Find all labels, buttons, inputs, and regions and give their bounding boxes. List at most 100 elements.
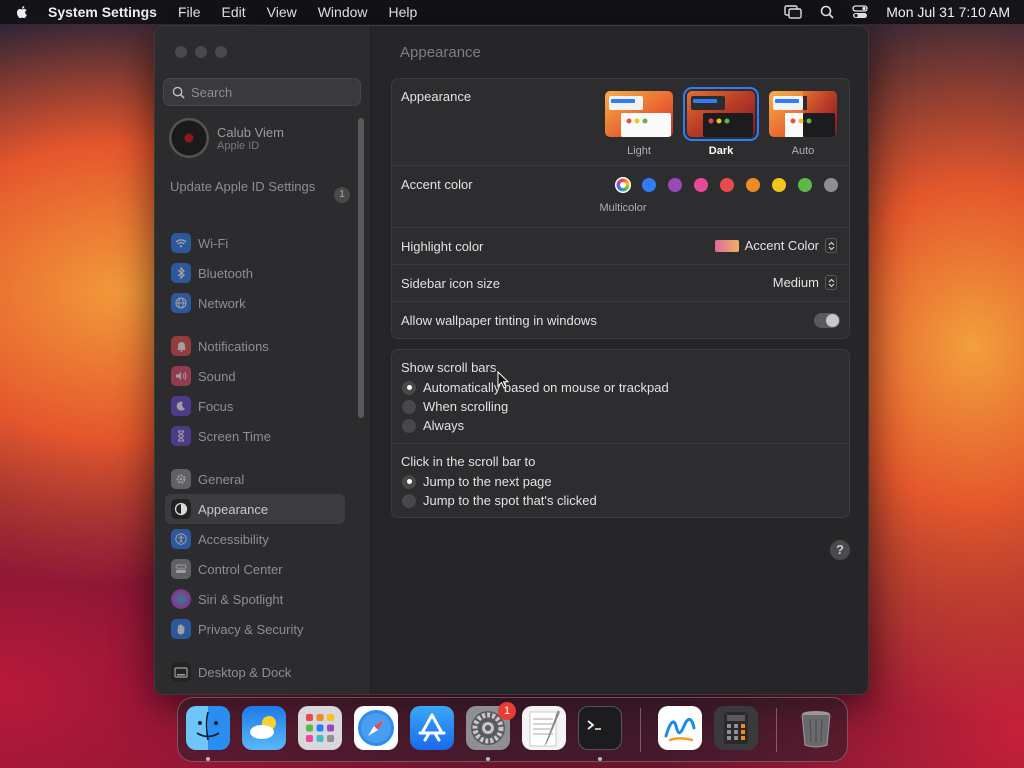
- sidebar-item-privacy-security[interactable]: Privacy & Security: [165, 614, 345, 644]
- help-button[interactable]: ?: [830, 540, 850, 560]
- radio-jump-next-page[interactable]: Jump to the next page: [402, 474, 552, 489]
- sidebar-item-label: Accessibility: [198, 531, 269, 547]
- sidebar-item-label: Control Center: [198, 561, 283, 577]
- accent-color-swatch[interactable]: [772, 178, 786, 192]
- dock-finder[interactable]: [186, 706, 230, 750]
- menu-app-name[interactable]: System Settings: [48, 4, 157, 20]
- chevron-updown-icon: [825, 275, 837, 290]
- accessibility-icon: [171, 529, 191, 549]
- sidebar-item-appearance[interactable]: Appearance: [165, 494, 345, 524]
- close-button[interactable]: [175, 46, 187, 58]
- appearance-auto-option[interactable]: [769, 91, 837, 137]
- sidebar-item-desktop-dock[interactable]: Desktop & Dock: [165, 657, 345, 687]
- show-scroll-bars-label: Show scroll bars: [401, 360, 497, 375]
- sidebar-item-label: Focus: [198, 398, 234, 414]
- notification-badge: 1: [498, 702, 516, 720]
- sidebar-item-label: Bluetooth: [198, 265, 253, 281]
- sidebar-item-bluetooth[interactable]: Bluetooth: [165, 258, 345, 288]
- sidebar-item-sound[interactable]: Sound: [165, 361, 345, 391]
- dock: 1: [177, 697, 848, 762]
- gear-icon: [171, 469, 191, 489]
- sidebar-item-label: Privacy & Security: [198, 621, 304, 637]
- menu-window[interactable]: Window: [318, 4, 368, 20]
- avatar: [169, 118, 209, 158]
- textedit-icon: [529, 710, 560, 747]
- dock-textedit[interactable]: [522, 706, 566, 750]
- sidebar: Search Calub Viem Apple ID Update Apple …: [155, 26, 371, 694]
- apple-menu-icon[interactable]: [14, 4, 30, 20]
- menu-clock[interactable]: Mon Jul 31 7:10 AM: [886, 4, 1010, 20]
- dock-icon: [171, 662, 191, 682]
- sidebar-item-screen-time[interactable]: Screen Time: [165, 421, 345, 451]
- profile-name: Calub Viem: [217, 124, 284, 140]
- dock-safari[interactable]: [354, 706, 398, 750]
- sidebar-item-siri-spotlight[interactable]: Siri & Spotlight: [165, 584, 345, 614]
- accent-color-swatch[interactable]: [746, 178, 760, 192]
- menu-help[interactable]: Help: [389, 4, 418, 20]
- wallpaper-tinting-toggle[interactable]: [814, 313, 840, 328]
- dock-launchpad[interactable]: [298, 706, 342, 750]
- radio-scroll-when-scrolling[interactable]: When scrolling: [402, 399, 508, 414]
- sidebar-group-notifications: Notifications Sound Focus Screen Time: [165, 331, 345, 451]
- screen-mirroring-icon[interactable]: [784, 5, 802, 19]
- appearance-row: Appearance Light Dark Auto: [392, 79, 849, 166]
- search-placeholder: Search: [191, 84, 233, 100]
- terminal-icon: [587, 720, 601, 730]
- sidebar-icon-size-popup[interactable]: Medium: [773, 275, 837, 290]
- radio-button[interactable]: [402, 493, 416, 508]
- radio-jump-to-spot[interactable]: Jump to the spot that's clicked: [402, 493, 597, 508]
- dock-terminal[interactable]: [578, 706, 622, 750]
- sidebar-item-accessibility[interactable]: Accessibility: [165, 524, 345, 554]
- sidebar-item-general[interactable]: General: [165, 464, 345, 494]
- launchpad-icon: [306, 714, 334, 742]
- appearance-dark-option[interactable]: [683, 87, 759, 141]
- accent-color-swatch[interactable]: [694, 178, 708, 192]
- apple-id-profile[interactable]: Calub Viem Apple ID: [169, 118, 284, 158]
- radio-button[interactable]: [402, 399, 416, 414]
- globe-icon: [171, 293, 191, 313]
- sidebar-scrollbar[interactable]: [358, 118, 364, 418]
- radio-scroll-always[interactable]: Always: [402, 418, 464, 433]
- menu-file[interactable]: File: [178, 4, 201, 20]
- appearance-light-option[interactable]: [605, 91, 673, 137]
- dock-calculator[interactable]: [714, 706, 758, 750]
- control-center-icon[interactable]: [852, 5, 868, 19]
- sidebar-item-wifi[interactable]: Wi-Fi: [165, 228, 345, 258]
- radio-button[interactable]: [402, 418, 416, 433]
- search-field[interactable]: Search: [163, 78, 361, 106]
- highlight-color-value: Accent Color: [744, 238, 819, 253]
- dock-freeform[interactable]: [658, 706, 702, 750]
- sidebar-item-label: Notifications: [198, 338, 269, 354]
- dock-separator: [640, 708, 641, 752]
- mouse-pointer-icon: [497, 371, 509, 389]
- click-scroll-bar-label: Click in the scroll bar to: [401, 454, 536, 469]
- menu-view[interactable]: View: [267, 4, 297, 20]
- sidebar-item-focus[interactable]: Focus: [165, 391, 345, 421]
- accent-color-swatch[interactable]: [668, 178, 682, 192]
- accent-color-swatch[interactable]: [642, 178, 656, 192]
- appearance-light-label: Light: [627, 145, 651, 157]
- page-title: Appearance: [400, 44, 481, 61]
- zoom-button[interactable]: [215, 46, 227, 58]
- highlight-color-popup[interactable]: Accent Color: [714, 238, 837, 253]
- accent-color-swatch[interactable]: [824, 178, 838, 192]
- wallpaper-tinting-label: Allow wallpaper tinting in windows: [401, 313, 597, 328]
- profile-subtitle: Apple ID: [217, 139, 260, 152]
- sidebar-item-network[interactable]: Network: [165, 288, 345, 318]
- dock-trash[interactable]: [794, 706, 838, 750]
- spotlight-search-icon[interactable]: [820, 5, 834, 19]
- accent-color-swatch[interactable]: [720, 178, 734, 192]
- sidebar-item-control-center[interactable]: Control Center: [165, 554, 345, 584]
- sidebar-item-notifications[interactable]: Notifications: [165, 331, 345, 361]
- radio-button[interactable]: [402, 380, 416, 395]
- sidebar-group-desktop: Desktop & Dock: [165, 657, 345, 687]
- dock-app-store[interactable]: [410, 706, 454, 750]
- accent-color-swatch[interactable]: [798, 178, 812, 192]
- minimize-button[interactable]: [195, 46, 207, 58]
- radio-button[interactable]: [402, 474, 416, 489]
- radio-scroll-automatic[interactable]: Automatically based on mouse or trackpad: [402, 380, 669, 395]
- dock-weather[interactable]: [242, 706, 286, 750]
- menu-edit[interactable]: Edit: [222, 4, 246, 20]
- update-apple-id-item[interactable]: Update Apple ID Settings 1: [170, 179, 350, 203]
- accent-color-label: Accent color: [401, 177, 473, 192]
